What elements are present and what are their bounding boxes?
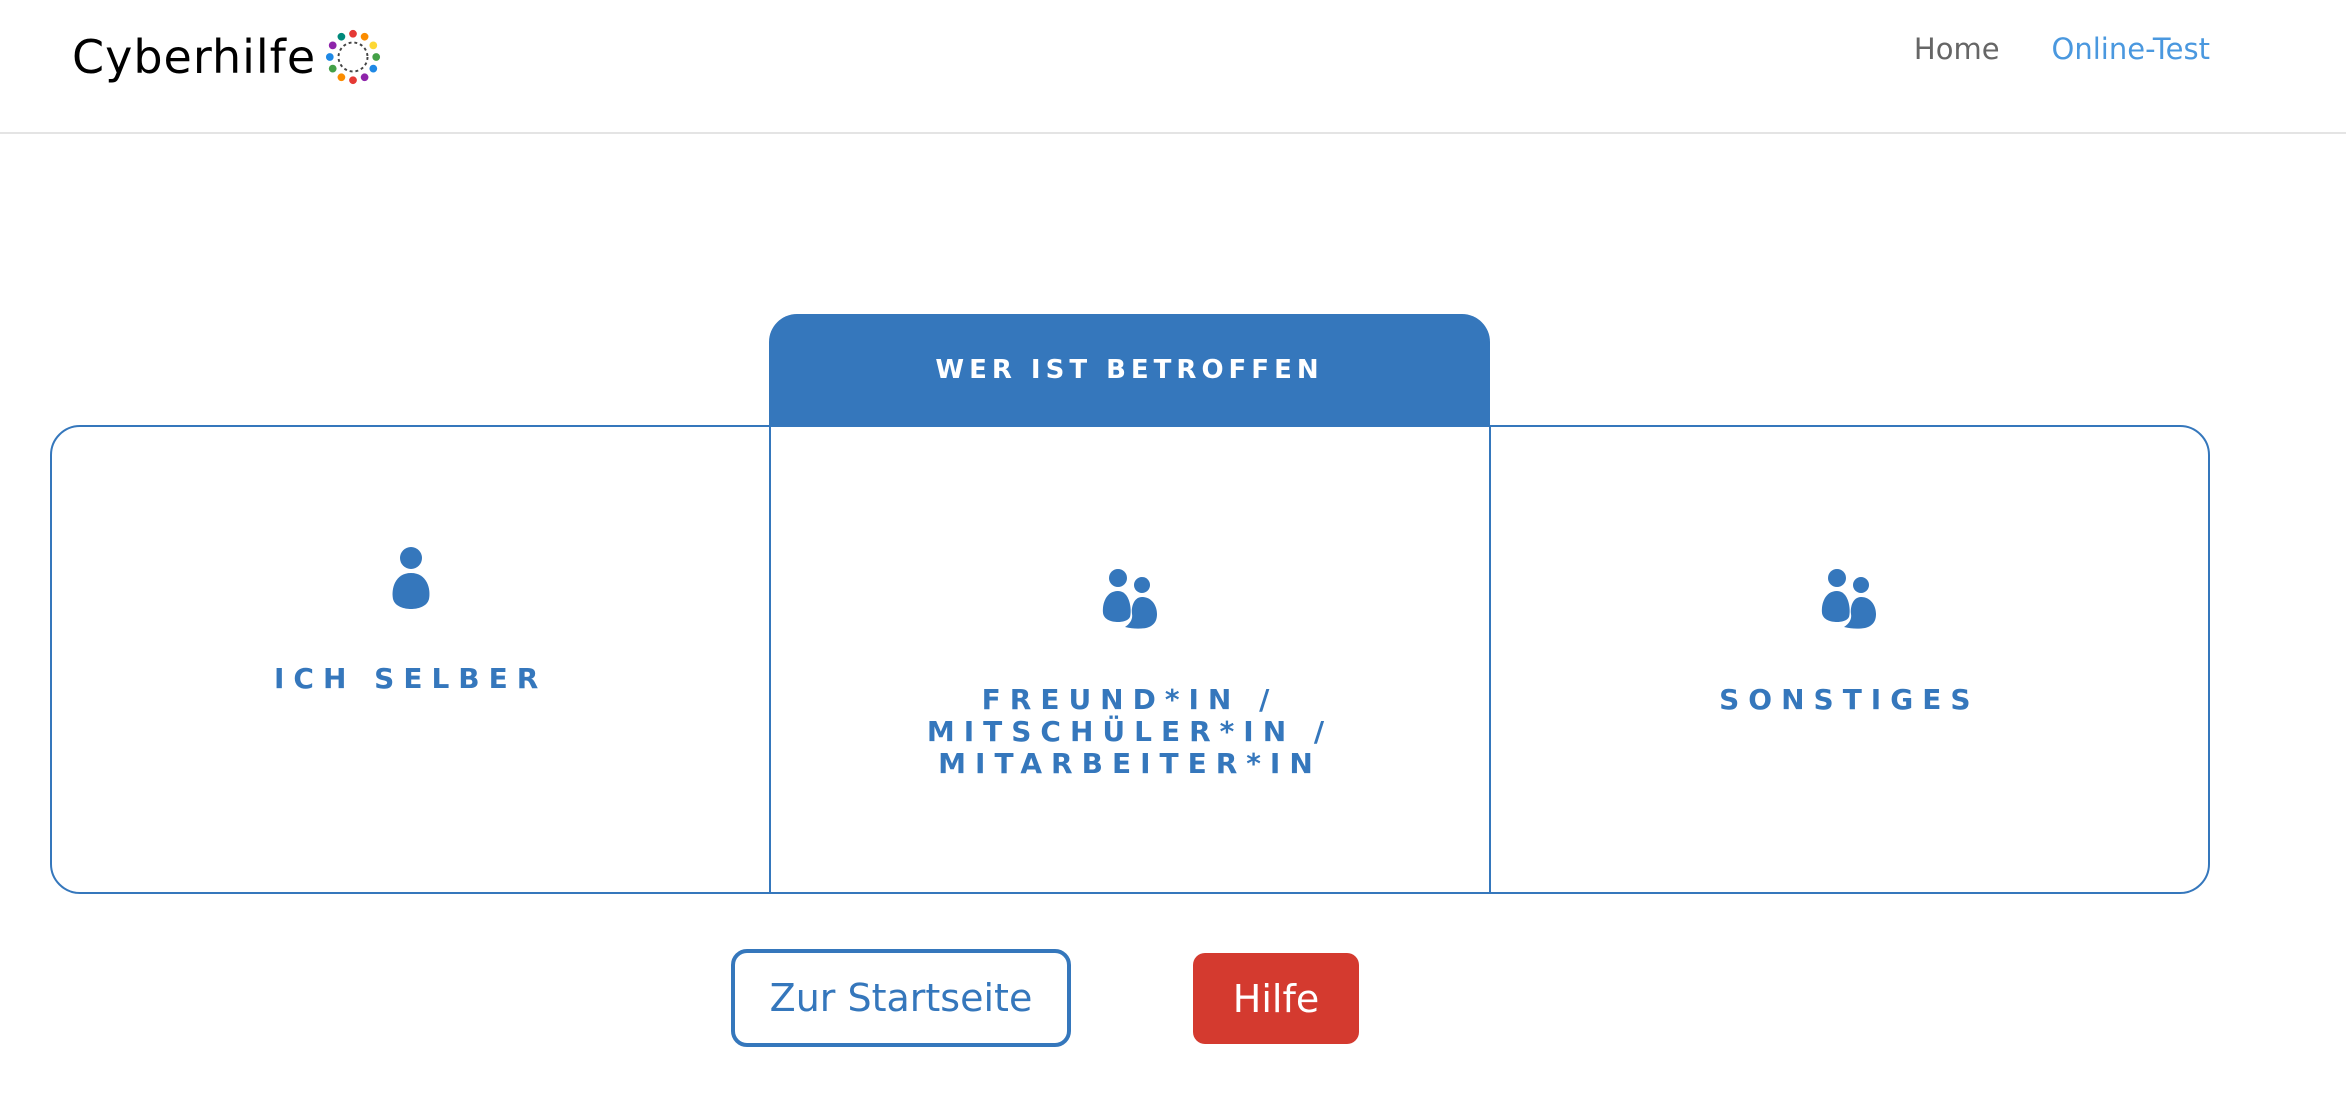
question-title-tab: WER IST BETROFFEN: [769, 314, 1490, 426]
site-header: Cyberhilfe Home Online-Test: [0, 0, 2346, 134]
answer-options: ICH SELBER FREUND*IN / MITSCHÜLER*IN / M…: [50, 425, 2210, 894]
logo-text: Cyberhilfe: [72, 30, 317, 84]
back-to-home-button[interactable]: Zur Startseite: [731, 949, 1071, 1047]
option-label: SONSTIGES: [1719, 683, 1980, 716]
back-to-home-label: Zur Startseite: [769, 976, 1033, 1020]
person-icon: [392, 547, 430, 609]
option-freund-mitschueler-mitarbeiter[interactable]: FREUND*IN / MITSCHÜLER*IN / MITARBEITER*…: [769, 427, 1488, 892]
option-label: FREUND*IN / MITSCHÜLER*IN / MITARBEITER*…: [926, 683, 1334, 780]
help-button[interactable]: Hilfe: [1193, 953, 1359, 1044]
question-title: WER IST BETROFFEN: [935, 355, 1324, 385]
logo[interactable]: Cyberhilfe: [72, 22, 382, 92]
option-ich-selber[interactable]: ICH SELBER: [52, 427, 769, 892]
main-nav: Home Online-Test: [1914, 32, 2210, 66]
option-sonstiges[interactable]: SONSTIGES: [1488, 427, 2208, 892]
nav-online-test-link[interactable]: Online-Test: [2052, 32, 2210, 66]
nav-home-link[interactable]: Home: [1914, 32, 2000, 66]
people-circle-logo-icon: [326, 29, 381, 85]
two-people-icon: [1822, 569, 1877, 629]
option-label: ICH SELBER: [274, 662, 548, 695]
help-label: Hilfe: [1232, 976, 1320, 1021]
two-people-icon: [1102, 569, 1157, 629]
